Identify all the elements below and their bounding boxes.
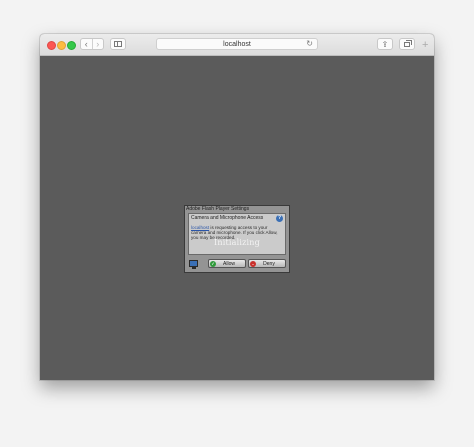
flash-dialog-panel: Camera and Microphone Access ? localhost… <box>188 213 286 255</box>
allow-button[interactable]: ✓ Allow <box>208 259 246 268</box>
flash-dialog-heading: Camera and Microphone Access <box>191 215 264 221</box>
deny-icon: – <box>250 260 256 267</box>
navigation-buttons: ‹ › <box>80 38 104 50</box>
close-window-button[interactable] <box>47 41 56 50</box>
share-icon: ⇪ <box>381 39 389 49</box>
deny-button[interactable]: – Deny <box>248 259 286 268</box>
share-button[interactable]: ⇪ <box>377 38 393 50</box>
page-viewport: Adobe Flash Player Settings Camera and M… <box>40 56 434 380</box>
new-tab-icon[interactable]: + <box>422 39 428 51</box>
sidebar-icon <box>114 41 122 47</box>
address-bar[interactable]: localhost ↻ <box>156 38 318 50</box>
show-tabs-button[interactable] <box>399 38 415 50</box>
back-icon[interactable]: ‹ <box>81 39 92 49</box>
address-url: localhost <box>223 40 251 48</box>
browser-toolbar: ‹ › localhost ↻ ⇪ + <box>40 34 434 56</box>
minimize-window-button[interactable] <box>57 41 66 50</box>
sidebar-toggle-button[interactable] <box>110 38 126 50</box>
browser-window: ‹ › localhost ↻ ⇪ + Adobe Flash Player S… <box>40 34 434 380</box>
forward-icon[interactable]: › <box>91 39 104 49</box>
reload-icon[interactable]: ↻ <box>306 39 313 49</box>
deny-button-label: Deny <box>263 260 275 267</box>
fullscreen-window-button[interactable] <box>67 41 76 50</box>
monitor-icon[interactable] <box>189 260 198 269</box>
flash-settings-dialog: Adobe Flash Player Settings Camera and M… <box>184 205 290 273</box>
allow-button-label: Allow <box>223 260 235 267</box>
help-icon[interactable]: ? <box>276 215 283 222</box>
tabs-icon <box>404 39 412 47</box>
flash-dialog-title: Adobe Flash Player Settings <box>186 206 250 212</box>
initializing-status: Initializing <box>214 238 260 247</box>
check-icon: ✓ <box>210 260 216 267</box>
